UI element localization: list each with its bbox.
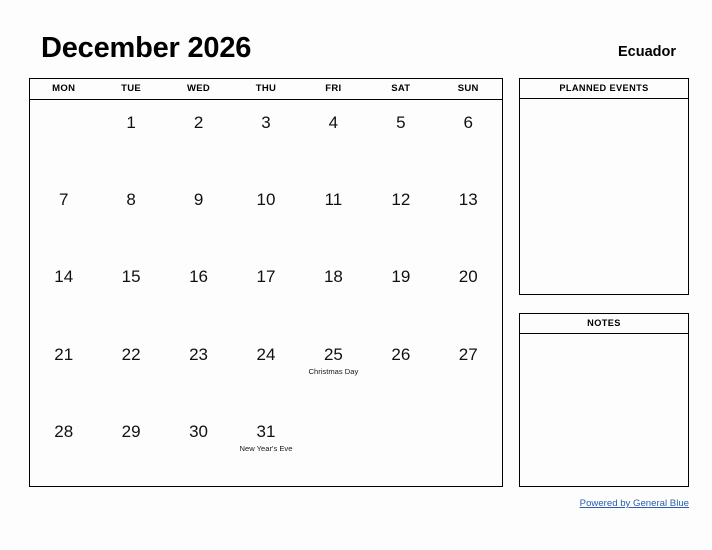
day-cell[interactable]: 22 (97, 332, 164, 409)
calendar-grid: MON TUE WED THU FRI SAT SUN 1 2 3 4 5 6 7 8 9 10 11 12 13 1… (29, 78, 503, 487)
day-number: 14 (54, 267, 74, 287)
day-number: 21 (54, 344, 74, 364)
day-cell[interactable]: 11 (300, 177, 367, 254)
calendar-week-row: 21 22 23 24 25 Christmas Day 26 27 (30, 332, 502, 409)
day-number: 8 (126, 190, 136, 210)
day-number: 2 (193, 113, 204, 132)
page-header: December 2026 Ecuador (0, 30, 712, 72)
day-cell[interactable]: 23 (165, 332, 232, 409)
planned-events-title: PLANNED EVENTS (520, 79, 688, 99)
day-number: 9 (193, 190, 204, 210)
day-number: 4 (328, 113, 339, 132)
day-cell[interactable]: 7 (30, 177, 97, 254)
day-number: 31 (256, 421, 276, 441)
day-number: 11 (324, 190, 343, 210)
day-cell[interactable]: 24 (232, 332, 299, 409)
calendar-weeks: 1 2 3 4 5 6 7 8 9 10 11 12 13 14 15 16 17 18 19 20 21 22 23 24 2… (30, 100, 502, 486)
day-cell[interactable]: 13 (435, 177, 502, 254)
weekday-header-sun: SUN (457, 83, 479, 94)
day-cell[interactable]: 3 (232, 100, 299, 177)
day-number: 28 (54, 421, 74, 441)
day-cell[interactable]: 14 (30, 254, 97, 331)
day-cell[interactable]: 12 (367, 177, 434, 254)
day-number: 29 (121, 421, 141, 441)
day-cell-empty (300, 409, 367, 486)
day-cell[interactable]: 31 New Year's Eve (232, 409, 299, 486)
day-cell[interactable]: 16 (165, 254, 232, 331)
day-number: 7 (58, 190, 69, 210)
day-event-label: Christmas Day (308, 366, 359, 376)
weekday-header-row: MON TUE WED THU FRI SAT SUN (30, 79, 502, 100)
day-cell[interactable]: 10 (232, 177, 299, 254)
weekday-header-tue: TUE (121, 83, 142, 94)
day-cell[interactable]: 28 (30, 409, 97, 486)
day-cell[interactable]: 25 Christmas Day (300, 332, 367, 409)
day-number: 20 (458, 267, 478, 287)
day-number: 16 (189, 267, 209, 287)
day-cell[interactable]: 26 (367, 332, 434, 409)
day-cell[interactable]: 15 (97, 254, 164, 331)
page-title: December 2026 (41, 32, 252, 64)
day-number: 24 (256, 344, 276, 364)
calendar-week-row: 28 29 30 31 New Year's Eve (30, 409, 502, 486)
day-number: 23 (189, 344, 209, 364)
day-cell[interactable]: 1 (97, 100, 164, 177)
day-number: 15 (121, 267, 141, 287)
day-number: 3 (261, 113, 271, 132)
day-event-label: New Year's Eve (239, 443, 293, 453)
weekday-header-wed: WED (187, 83, 211, 94)
powered-by-link[interactable]: Powered by General Blue (580, 498, 689, 510)
notes-title: NOTES (520, 314, 688, 334)
day-number: 1 (126, 113, 136, 132)
calendar-week-row: 7 8 9 10 11 12 13 (30, 177, 502, 254)
day-cell[interactable]: 6 (435, 100, 502, 177)
day-cell[interactable]: 21 (30, 332, 97, 409)
day-number: 6 (463, 113, 473, 132)
day-cell[interactable]: 17 (232, 254, 299, 331)
day-number: 10 (256, 190, 276, 210)
day-number: 18 (323, 267, 343, 287)
day-number: 27 (458, 344, 478, 364)
weekday-header-fri: FRI (325, 83, 342, 94)
planned-events-panel: PLANNED EVENTS (519, 78, 689, 295)
day-number: 26 (391, 344, 411, 364)
day-number: 30 (189, 421, 209, 441)
day-cell[interactable]: 30 (165, 409, 232, 486)
day-cell-empty (30, 100, 97, 177)
planned-events-body[interactable] (520, 99, 688, 294)
country-label: Ecuador (617, 44, 676, 60)
day-number: 22 (121, 344, 141, 364)
day-cell[interactable]: 8 (97, 177, 164, 254)
calendar-week-row: 14 15 16 17 18 19 20 (30, 254, 502, 331)
day-number: 25 (323, 344, 343, 364)
notes-body[interactable] (520, 334, 688, 486)
day-cell[interactable]: 27 (435, 332, 502, 409)
weekday-header-sat: SAT (391, 83, 411, 94)
day-cell[interactable]: 9 (165, 177, 232, 254)
day-cell-empty (367, 409, 434, 486)
day-cell[interactable]: 20 (435, 254, 502, 331)
day-cell[interactable]: 29 (97, 409, 164, 486)
weekday-header-mon: MON (52, 83, 76, 94)
day-cell[interactable]: 18 (300, 254, 367, 331)
day-number: 5 (396, 113, 406, 132)
notes-panel: NOTES (519, 313, 689, 487)
day-number: 12 (391, 190, 411, 210)
day-cell[interactable]: 2 (165, 100, 232, 177)
day-number: 13 (458, 190, 478, 210)
day-number: 17 (256, 267, 276, 287)
day-number: 19 (391, 267, 411, 287)
day-cell[interactable]: 4 (300, 100, 367, 177)
day-cell[interactable]: 19 (367, 254, 434, 331)
calendar-week-row: 1 2 3 4 5 6 (30, 100, 502, 177)
weekday-header-thu: THU (255, 83, 277, 94)
day-cell-empty (435, 409, 502, 486)
day-cell[interactable]: 5 (367, 100, 434, 177)
